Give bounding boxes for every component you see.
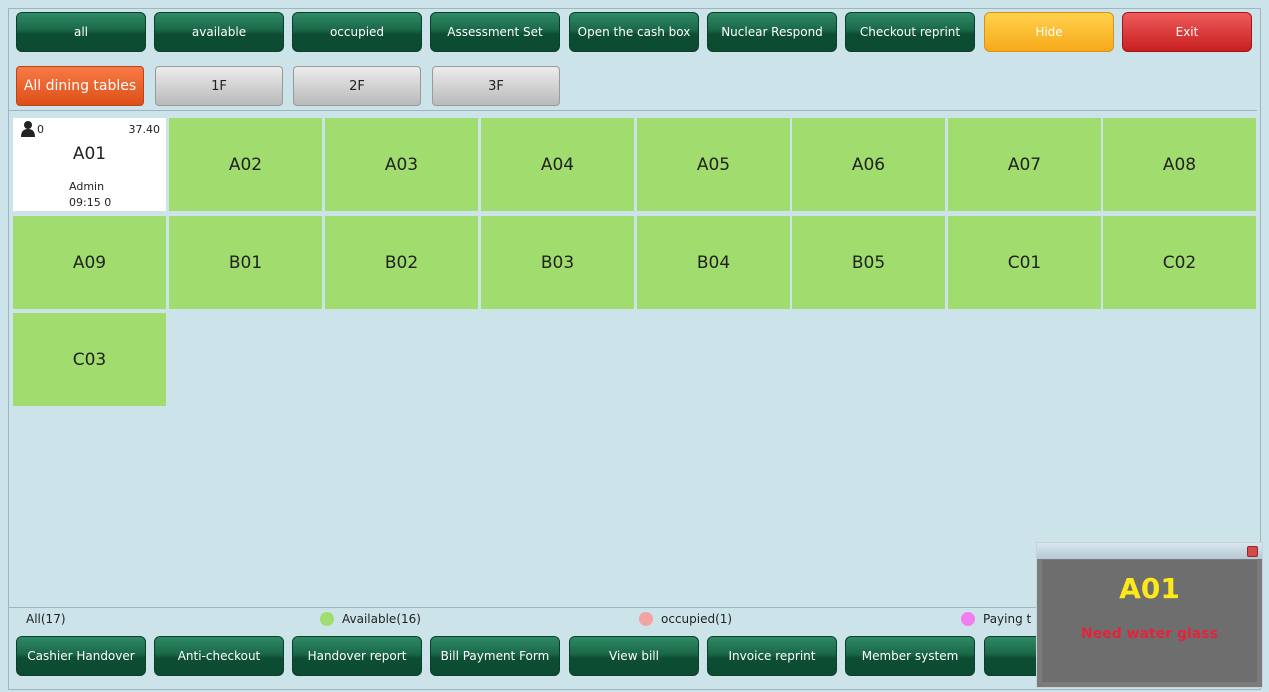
table-tile[interactable]: A06 [792, 118, 945, 211]
legend-available: Available(16) [320, 612, 421, 626]
bill-amount: 37.40 [128, 123, 161, 136]
occupied-dot-icon [639, 612, 653, 626]
tab-1f[interactable]: 1F [155, 66, 283, 106]
table-name: A01 [72, 144, 107, 164]
checkout-reprint-button[interactable]: Checkout reprint [845, 12, 975, 52]
popup-message: Need water glass [1081, 626, 1218, 642]
filter-occupied-button[interactable]: occupied [292, 12, 422, 52]
member-system-button[interactable]: Member system [845, 636, 975, 676]
filter-available-button[interactable]: available [154, 12, 284, 52]
table-tile[interactable]: A03 [325, 118, 478, 211]
tab-3f[interactable]: 3F [432, 66, 560, 106]
table-tile-a01[interactable]: 0 37.40 A01 Admin 09:15 0 [13, 118, 166, 211]
legend-available-label: Available(16) [342, 612, 421, 626]
available-dot-icon [320, 612, 334, 626]
handover-report-button[interactable]: Handover report [292, 636, 422, 676]
legend-paying: Paying t [961, 612, 1031, 626]
tab-2f[interactable]: 2F [293, 66, 421, 106]
table-tile[interactable]: C03 [13, 313, 166, 406]
legend-occupied-label: occupied(1) [661, 612, 733, 626]
open-time: 09:15 0 [69, 196, 112, 209]
invoice-reprint-button[interactable]: Invoice reprint [707, 636, 837, 676]
anti-checkout-button[interactable]: Anti-checkout [154, 636, 284, 676]
legend-paying-label: Paying t [983, 612, 1032, 626]
table-tile[interactable]: A07 [948, 118, 1101, 211]
bill-payment-form-button[interactable]: Bill Payment Form [430, 636, 560, 676]
service-call-popup: A01 Need water glass [1036, 542, 1263, 688]
filter-all-button[interactable]: all [16, 12, 146, 52]
top-toolbar: all available occupied Assessment Set Op… [8, 12, 1259, 58]
table-tile[interactable]: B02 [325, 216, 478, 309]
close-icon[interactable] [1247, 546, 1258, 557]
nuclear-respond-button[interactable]: Nuclear Respond [707, 12, 837, 52]
table-tile[interactable]: B05 [792, 216, 945, 309]
table-tile[interactable]: B04 [637, 216, 790, 309]
table-tile[interactable]: C02 [1103, 216, 1256, 309]
open-cash-box-button[interactable]: Open the cash box [569, 12, 699, 52]
cashier-handover-button[interactable]: Cashier Handover [16, 636, 146, 676]
table-tile[interactable]: A09 [13, 216, 166, 309]
waiter-name: Admin [69, 180, 105, 193]
table-tile[interactable]: A08 [1103, 118, 1256, 211]
guest-count: 0 [37, 123, 44, 136]
table-tile[interactable]: A05 [637, 118, 790, 211]
tab-all-dining-tables[interactable]: All dining tables [16, 66, 144, 106]
person-icon [21, 121, 35, 137]
table-tile[interactable]: B03 [481, 216, 634, 309]
table-tile[interactable]: C01 [948, 216, 1101, 309]
table-tile[interactable]: A02 [169, 118, 322, 211]
popup-titlebar [1037, 543, 1262, 559]
legend-all-label: All(17) [26, 612, 66, 626]
floor-tabs: All dining tables 1F 2F 3F [8, 62, 1257, 111]
legend-occupied: occupied(1) [639, 612, 732, 626]
popup-table-name: A01 [1119, 572, 1180, 605]
exit-button[interactable]: Exit [1122, 12, 1252, 52]
view-bill-button[interactable]: View bill [569, 636, 699, 676]
hide-button[interactable]: Hide [984, 12, 1114, 52]
popup-body: A01 Need water glass [1042, 560, 1257, 682]
table-tile[interactable]: B01 [169, 216, 322, 309]
table-tile[interactable]: A04 [481, 118, 634, 211]
legend-all: All(17) [26, 612, 66, 626]
assessment-set-button[interactable]: Assessment Set [430, 12, 560, 52]
paying-dot-icon [961, 612, 975, 626]
